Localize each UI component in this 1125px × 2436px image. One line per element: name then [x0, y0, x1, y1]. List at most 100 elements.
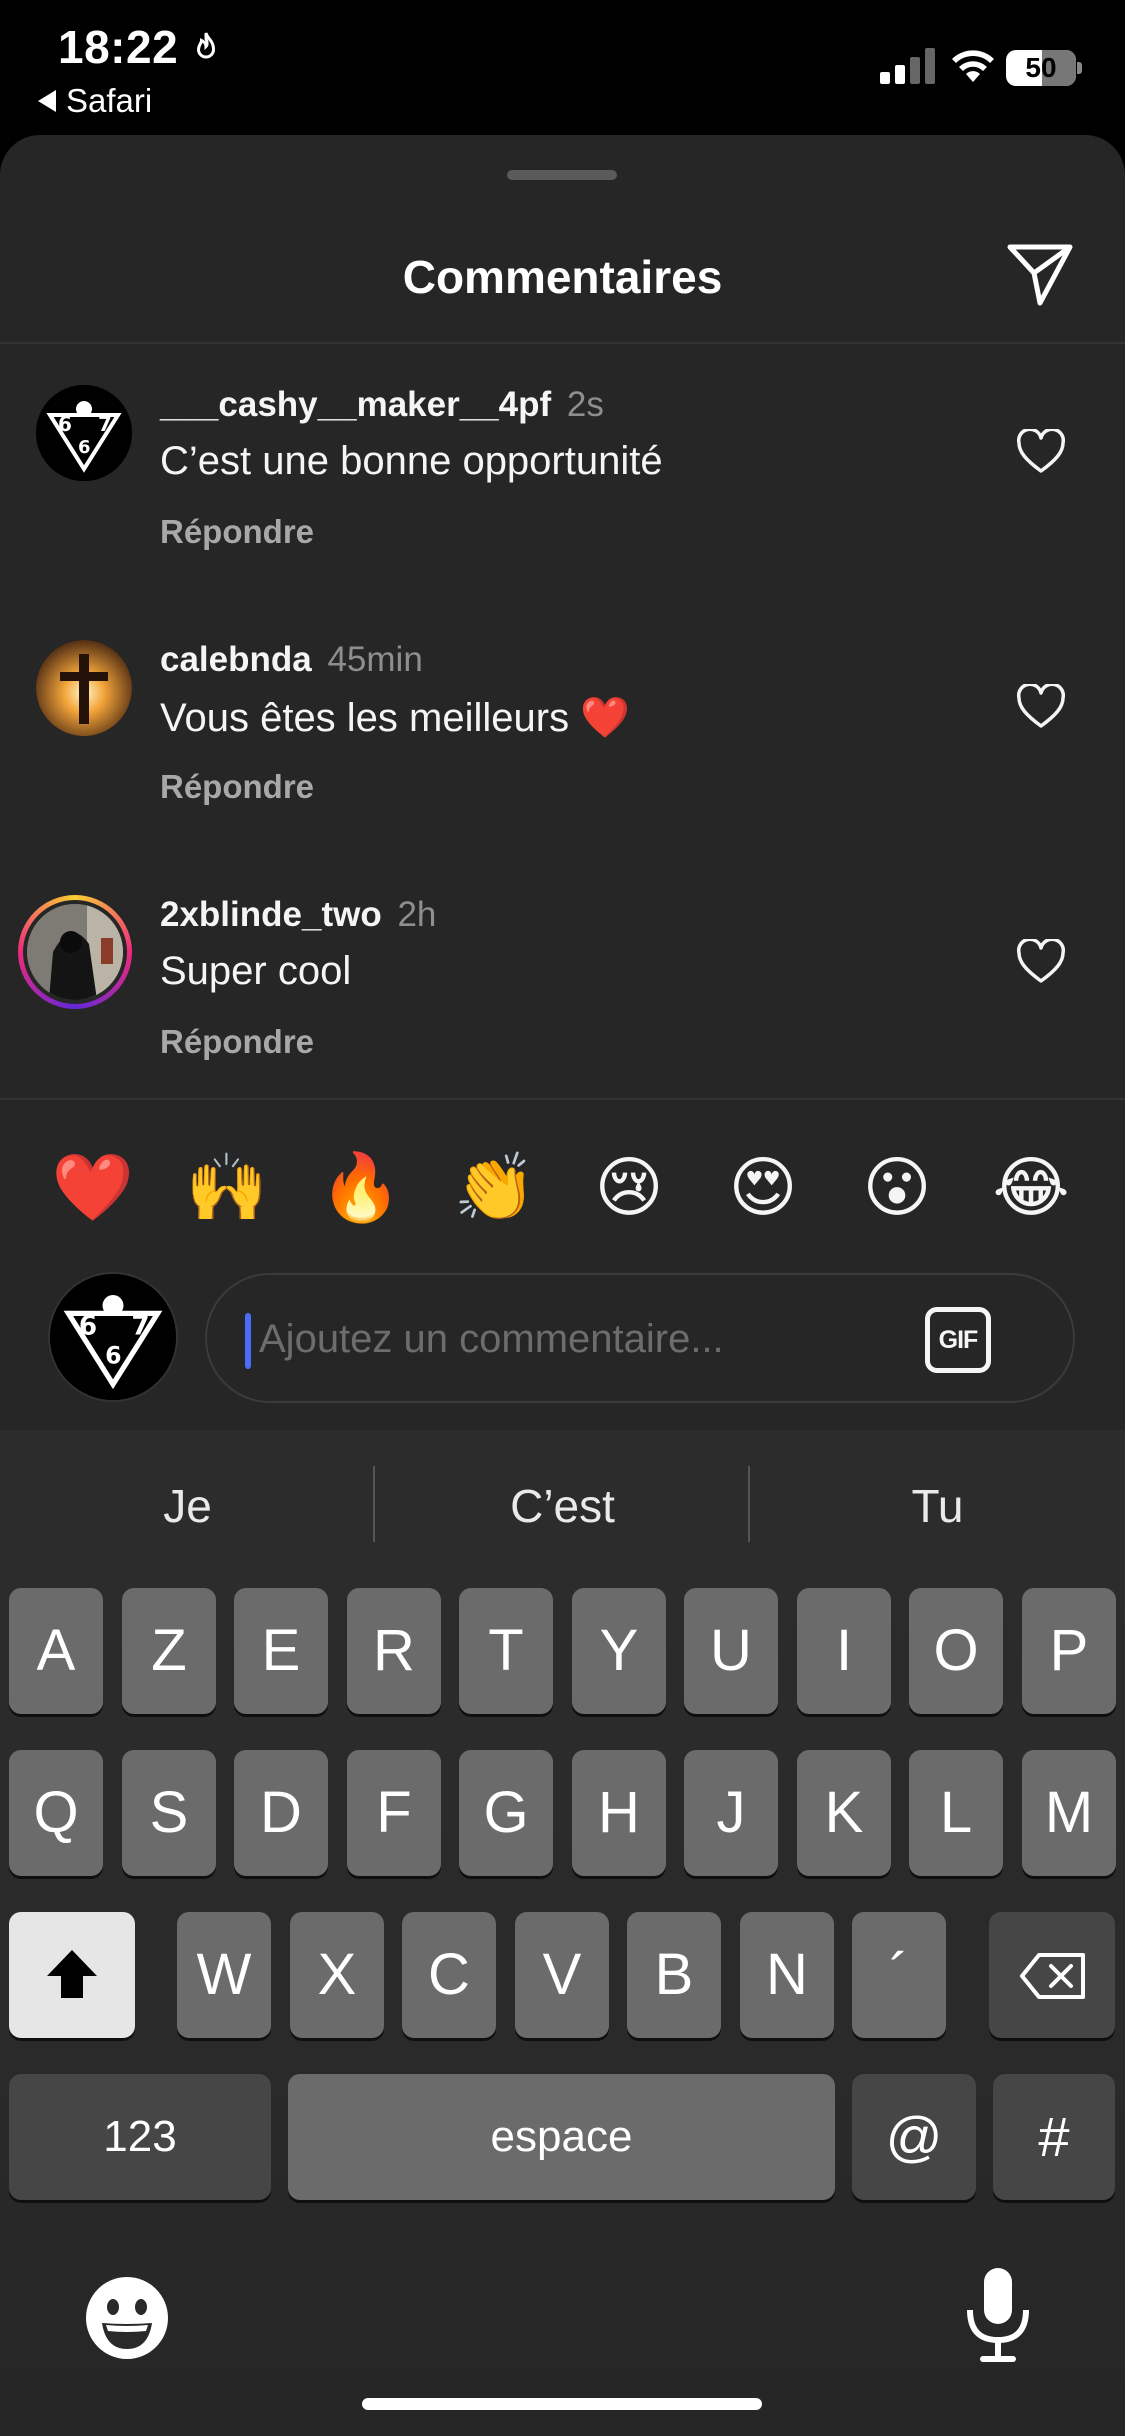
svg-text:6: 6	[79, 1311, 97, 1341]
key-l[interactable]: L	[909, 1750, 1003, 1876]
reaction-raised-hands[interactable]: 🙌	[182, 1143, 272, 1233]
logo-avatar-icon: 6 7 6	[36, 385, 132, 481]
key-y[interactable]: Y	[572, 1588, 666, 1714]
reaction-surprised[interactable]: 😮	[852, 1143, 942, 1233]
comment-username[interactable]: calebnda	[160, 640, 312, 679]
key-w[interactable]: W	[177, 1912, 271, 2038]
key-acute-accent[interactable]: ´	[852, 1912, 946, 2038]
key-t[interactable]: T	[459, 1588, 553, 1714]
svg-text:6: 6	[58, 412, 72, 436]
comment-placeholder: Ajoutez un commentaire...	[259, 1317, 724, 1361]
hooded-person-avatar-icon	[27, 904, 123, 1000]
key-e[interactable]: E	[234, 1588, 328, 1714]
comment-item: 6 7 6 ___cashy__maker__4pf 2s C’est une …	[0, 385, 1125, 615]
key-p[interactable]: P	[1022, 1588, 1116, 1714]
comment-text: C’est une bonne opportunité	[160, 439, 663, 483]
svg-text:7: 7	[98, 412, 112, 436]
comment-text: Super cool	[160, 949, 352, 993]
comment-time: 2h	[397, 895, 437, 934]
key-s[interactable]: S	[122, 1750, 216, 1876]
gif-label: GIF	[938, 1326, 979, 1354]
back-triangle-icon	[38, 90, 56, 112]
key-k[interactable]: K	[797, 1750, 891, 1876]
shift-arrow-icon	[47, 1950, 97, 1998]
key-i[interactable]: I	[797, 1588, 891, 1714]
reaction-clap[interactable]: 👏	[450, 1143, 540, 1233]
list-divider	[0, 1098, 1125, 1100]
logo-avatar-icon: 6 7 6	[50, 1274, 176, 1400]
back-to-safari-link[interactable]: Safari	[38, 82, 152, 120]
key-m[interactable]: M	[1022, 1750, 1116, 1876]
header-divider	[0, 342, 1125, 344]
avatar[interactable]	[36, 640, 132, 736]
key-d[interactable]: D	[234, 1750, 328, 1876]
hash-key[interactable]: #	[993, 2074, 1115, 2200]
paper-plane-icon[interactable]	[1004, 239, 1076, 309]
comment-item: calebnda 45min Vous êtes les meilleurs ❤…	[0, 640, 1125, 870]
gif-button[interactable]: GIF	[925, 1307, 991, 1373]
comment-time: 2s	[566, 385, 604, 424]
reaction-laughing[interactable]: 😂	[986, 1143, 1076, 1233]
key-h[interactable]: H	[572, 1750, 666, 1876]
battery-icon: 50	[1006, 50, 1082, 86]
key-u[interactable]: U	[684, 1588, 778, 1714]
heart-icon[interactable]	[1016, 684, 1066, 730]
backspace-icon	[1020, 1953, 1085, 1999]
space-key[interactable]: espace	[288, 2074, 835, 2200]
comment-header: calebnda 45min	[160, 640, 423, 680]
back-app-label: Safari	[66, 82, 153, 119]
key-n[interactable]: N	[740, 1912, 834, 2038]
reply-button[interactable]: Répondre	[160, 1023, 314, 1061]
microphone-icon[interactable]	[962, 2266, 1034, 2366]
key-g[interactable]: G	[459, 1750, 553, 1876]
key-r[interactable]: R	[347, 1588, 441, 1714]
svg-text:7: 7	[131, 1311, 149, 1341]
comment-username[interactable]: ___cashy__maker__4pf	[160, 385, 551, 424]
cellular-signal-icon	[880, 48, 935, 84]
sheet-title: Commentaires	[402, 251, 723, 303]
comment-text: Vous êtes les meilleurs ❤️	[160, 696, 630, 740]
key-o[interactable]: O	[909, 1588, 1003, 1714]
key-j[interactable]: J	[684, 1750, 778, 1876]
comment-item: 2xblinde_two 2h Super cool Répondre	[0, 895, 1125, 1125]
key-v[interactable]: V	[515, 1912, 609, 2038]
key-x[interactable]: X	[290, 1912, 384, 2038]
text-cursor	[245, 1313, 251, 1369]
delete-key[interactable]	[989, 1912, 1115, 2038]
comment-header: 2xblinde_two 2h	[160, 895, 436, 935]
key-c[interactable]: C	[402, 1912, 496, 2038]
heart-icon[interactable]	[1016, 429, 1066, 475]
heart-icon[interactable]	[1016, 939, 1066, 985]
reaction-crying[interactable]: 😢	[584, 1143, 674, 1233]
reply-button[interactable]: Répondre	[160, 768, 314, 806]
numbers-key[interactable]: 123	[9, 2074, 271, 2200]
reaction-fire[interactable]: 🔥	[316, 1143, 406, 1233]
reply-button[interactable]: Répondre	[160, 513, 314, 551]
focus-flame-icon	[196, 32, 216, 59]
battery-percent: 50	[1025, 52, 1057, 83]
comment-time: 45min	[327, 640, 423, 679]
svg-text:6: 6	[78, 437, 91, 458]
key-z[interactable]: Z	[122, 1588, 216, 1714]
key-a[interactable]: A	[9, 1588, 103, 1714]
key-q[interactable]: Q	[9, 1750, 103, 1876]
sheet-grabber[interactable]	[507, 170, 617, 180]
at-key[interactable]: @	[852, 2074, 976, 2200]
avatar-with-story-ring[interactable]	[18, 895, 132, 1009]
home-indicator[interactable]	[362, 2398, 762, 2410]
own-avatar: 6 7 6	[48, 1272, 178, 1402]
comments-sheet: Commentaires 6 7 6 ___cashy__maker__4pf …	[0, 135, 1125, 1430]
shift-key[interactable]	[9, 1912, 135, 2038]
prediction-2[interactable]: C’est	[375, 1430, 750, 1542]
prediction-3[interactable]: Tu	[750, 1430, 1125, 1542]
emoji-keyboard-icon[interactable]	[82, 2273, 172, 2363]
comment-username[interactable]: 2xblinde_two	[160, 895, 382, 934]
comment-input[interactable]: Ajoutez un commentaire... GIF	[205, 1273, 1075, 1403]
avatar[interactable]: 6 7 6	[36, 385, 132, 481]
key-f[interactable]: F	[347, 1750, 441, 1876]
reaction-heart-eyes[interactable]: 😍	[718, 1143, 808, 1233]
prediction-1[interactable]: Je	[0, 1430, 375, 1542]
status-bar: 18:22 Safari 50	[0, 0, 1125, 135]
reaction-heart[interactable]: ❤️	[48, 1143, 138, 1233]
key-b[interactable]: B	[627, 1912, 721, 2038]
